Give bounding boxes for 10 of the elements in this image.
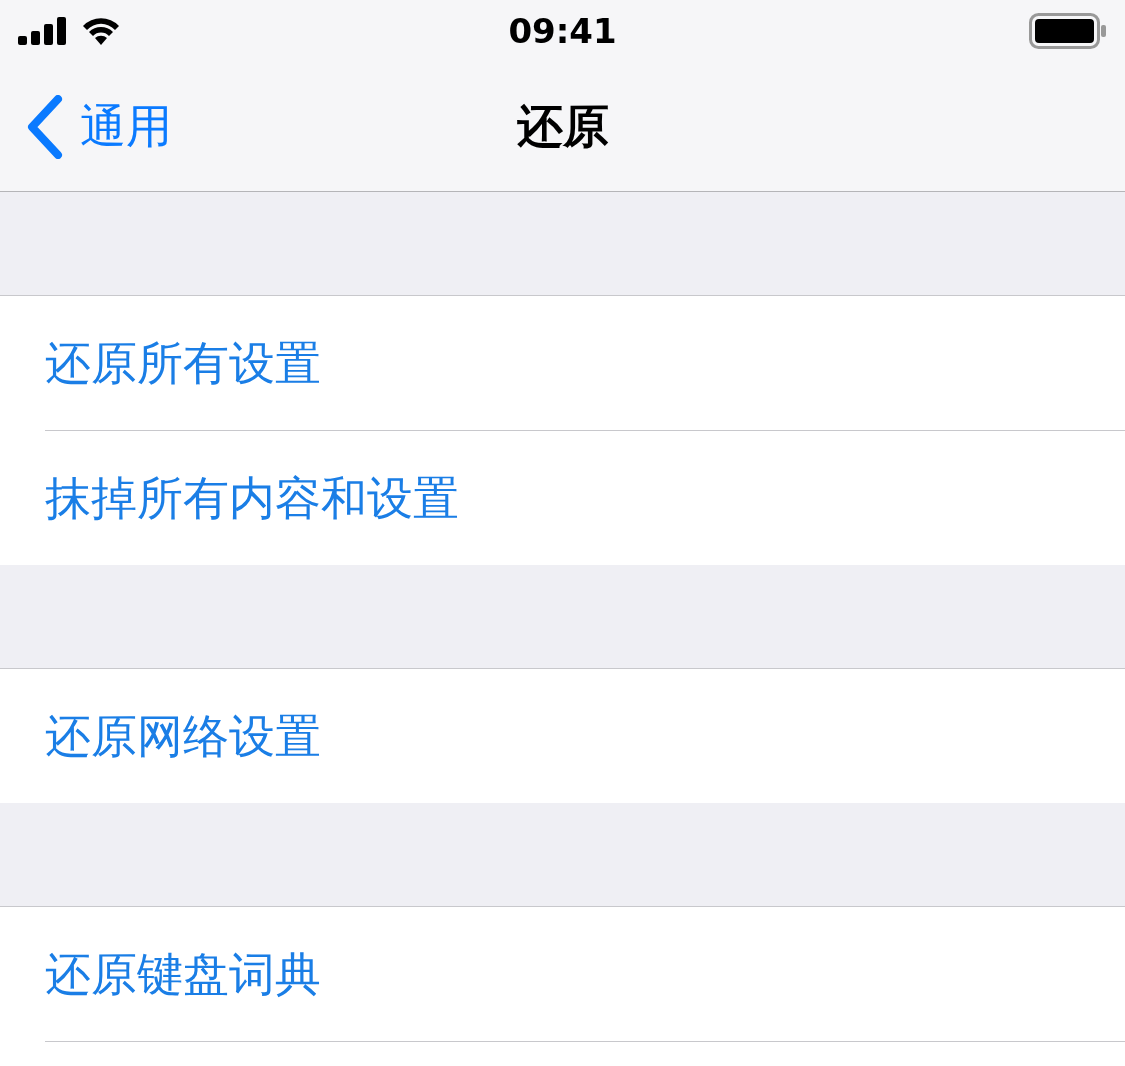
wifi-icon [82, 17, 120, 45]
settings-row[interactable]: 抹掉所有内容和设置 [45, 431, 1125, 565]
back-button[interactable]: 通用 [24, 92, 172, 161]
battery-icon [1029, 13, 1107, 49]
settings-row[interactable]: 还原所有设置 [45, 296, 1125, 430]
page-title: 还原 [516, 98, 609, 155]
signal-icon [18, 17, 68, 45]
status-time: 09:41 [508, 9, 617, 53]
settings-row[interactable]: 还原网络设置 [45, 669, 1125, 803]
settings-row[interactable]: 还原键盘词典 [45, 907, 1125, 1041]
